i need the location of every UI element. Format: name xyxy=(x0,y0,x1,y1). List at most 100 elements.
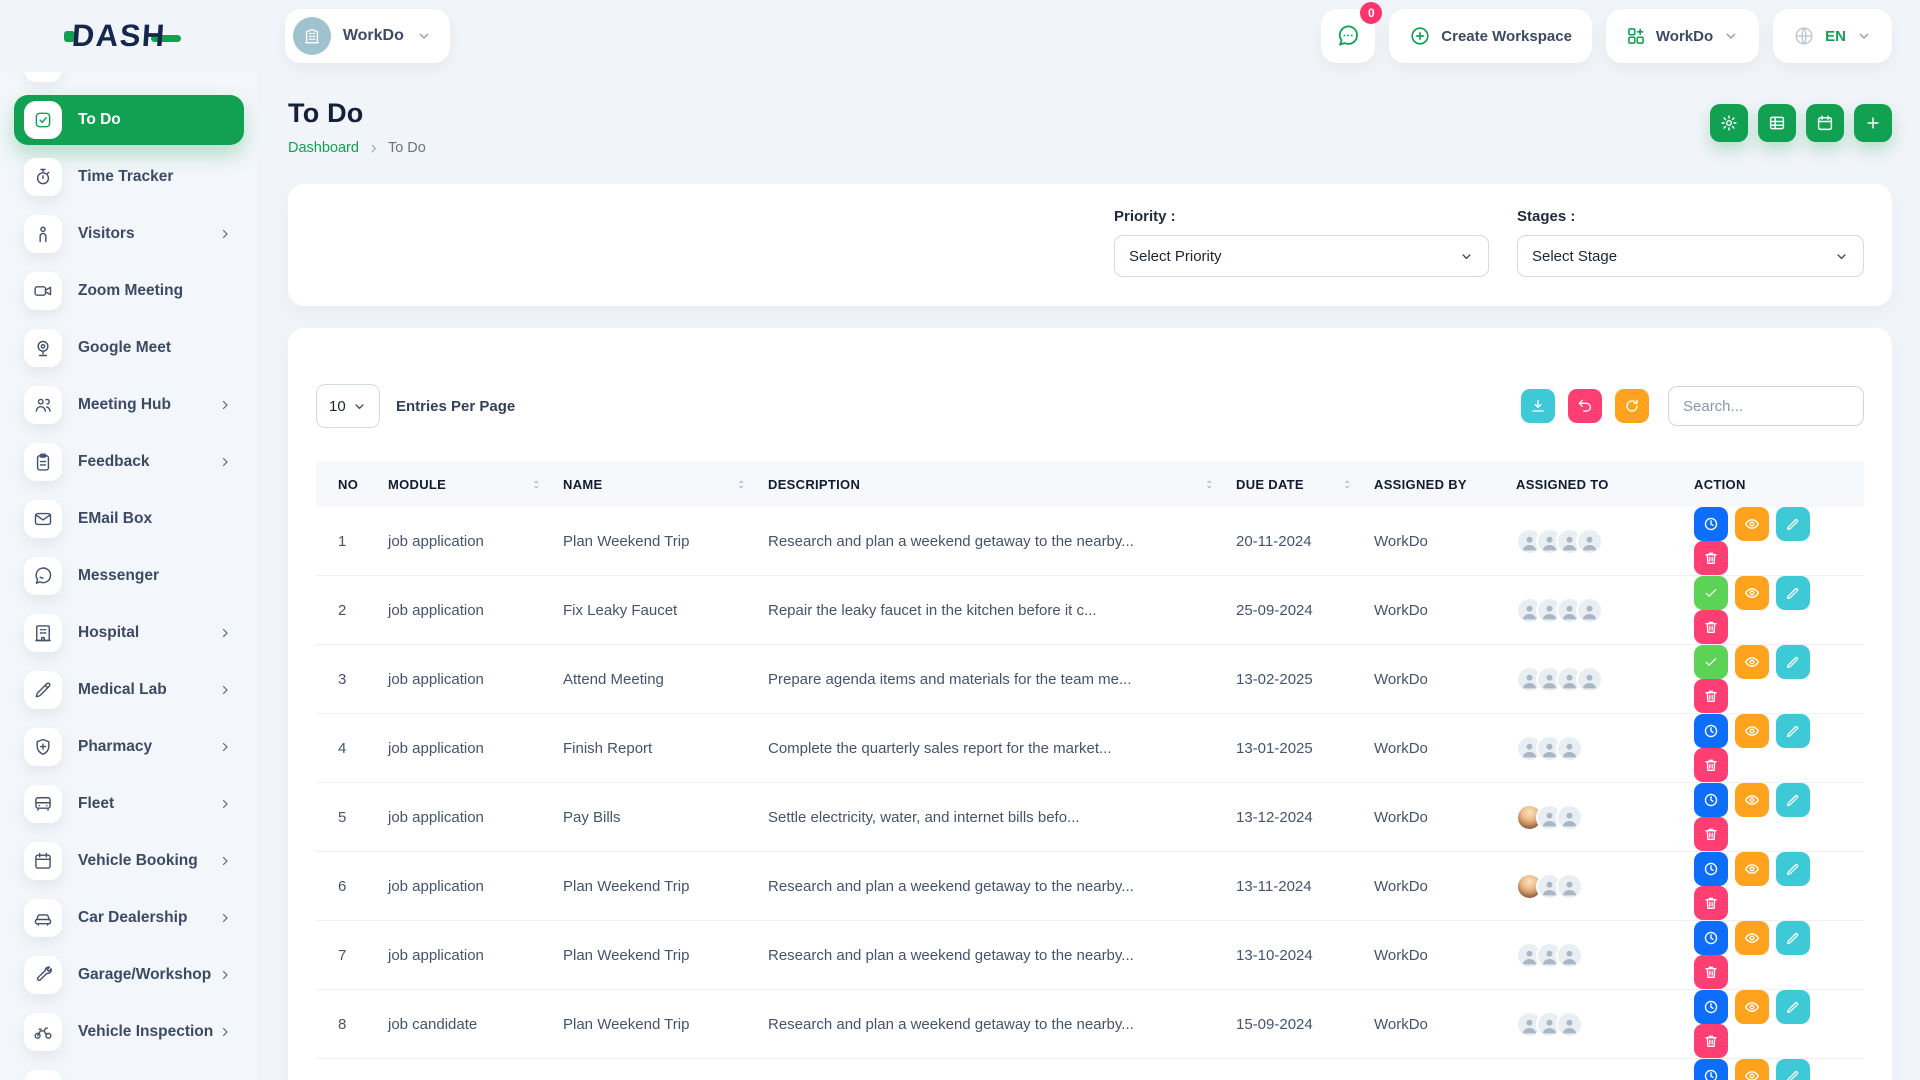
language-button[interactable]: EN xyxy=(1773,9,1892,63)
delete-action-button[interactable] xyxy=(1694,748,1728,782)
edit-action-button[interactable] xyxy=(1776,645,1810,679)
sidebar-item-label: Pharmacy xyxy=(78,738,152,756)
view-action-button[interactable] xyxy=(1735,507,1769,541)
row-name: Plan Weekend Trip xyxy=(553,990,758,1059)
workspace-switcher[interactable]: WorkDo xyxy=(285,9,450,63)
dash-logo[interactable]: DASH xyxy=(64,18,181,54)
sidebar-item-to-do[interactable]: To Do xyxy=(14,95,244,145)
sidebar-item-email-box[interactable]: EMail Box xyxy=(14,494,244,544)
row-assigned-to xyxy=(1506,507,1684,576)
settings-button[interactable] xyxy=(1710,104,1748,142)
row-actions xyxy=(1684,507,1864,576)
pencil-icon xyxy=(1785,723,1801,739)
priority-select[interactable]: Select Priority xyxy=(1114,235,1489,277)
column-header-name[interactable]: NAME xyxy=(553,461,758,507)
sidebar-item-car-dealership[interactable]: Car Dealership xyxy=(14,893,244,943)
assignee-avatar xyxy=(1556,735,1583,762)
view-action-button[interactable] xyxy=(1735,921,1769,955)
sidebar-item-vehicle-booking[interactable]: Vehicle Booking xyxy=(14,836,244,886)
messages-button[interactable]: 0 xyxy=(1321,9,1375,63)
complete-action-button[interactable] xyxy=(1694,576,1728,610)
chevron-down-icon xyxy=(1723,28,1739,44)
delete-action-button[interactable] xyxy=(1694,610,1728,644)
sidebar-item-garage-workshop[interactable]: Garage/Workshop xyxy=(14,950,244,1000)
edit-action-button[interactable] xyxy=(1776,921,1810,955)
view-action-button[interactable] xyxy=(1735,645,1769,679)
delete-action-button[interactable] xyxy=(1694,886,1728,920)
sidebar-item-pharmacy[interactable]: Pharmacy xyxy=(14,722,244,772)
edit-action-button[interactable] xyxy=(1776,783,1810,817)
edit-action-button[interactable] xyxy=(1776,1059,1810,1080)
grid-view-button[interactable] xyxy=(1758,104,1796,142)
page-head: To Do Dashboard To Do xyxy=(288,72,1892,156)
calendar-view-button[interactable] xyxy=(1806,104,1844,142)
edit-action-button[interactable] xyxy=(1776,507,1810,541)
trash-icon xyxy=(1703,895,1719,911)
complete-action-button[interactable] xyxy=(1694,645,1728,679)
sidebar-item-fleet[interactable]: Fleet xyxy=(14,779,244,829)
time-action-button[interactable] xyxy=(1694,921,1728,955)
sidebar-item-messenger[interactable]: Messenger xyxy=(14,551,244,601)
column-header-module[interactable]: MODULE xyxy=(378,461,553,507)
view-action-button[interactable] xyxy=(1735,576,1769,610)
app-root: DASH WorkDo 0 Create Workspace WorkDo xyxy=(0,0,1920,1080)
delete-action-button[interactable] xyxy=(1694,679,1728,713)
sidebar-item-vehicle-inspection[interactable]: Vehicle Inspection xyxy=(14,1007,244,1057)
search-input[interactable] xyxy=(1668,386,1864,426)
sidebar-item-label: Fleet xyxy=(78,795,114,813)
priority-filter: Priority : Select Priority xyxy=(1114,208,1489,282)
delete-action-button[interactable] xyxy=(1694,1024,1728,1058)
entries-per-page-select[interactable]: 10 xyxy=(316,384,380,428)
create-workspace-button[interactable]: Create Workspace xyxy=(1389,9,1592,63)
column-header-due-date[interactable]: DUE DATE xyxy=(1226,461,1364,507)
workdo-menu-button[interactable]: WorkDo xyxy=(1606,9,1759,63)
breadcrumb-dashboard-link[interactable]: Dashboard xyxy=(288,140,359,156)
sidebar-item-feedback[interactable]: Feedback xyxy=(14,437,244,487)
view-action-button[interactable] xyxy=(1735,714,1769,748)
chevron-down-icon xyxy=(1856,28,1872,44)
time-action-button[interactable] xyxy=(1694,990,1728,1024)
add-todo-button[interactable] xyxy=(1854,104,1892,142)
sidebar-item-machine-repair[interactable]: Machine Repair xyxy=(14,1064,244,1080)
edit-action-button[interactable] xyxy=(1776,852,1810,886)
clock-icon xyxy=(1703,723,1719,739)
view-action-button[interactable] xyxy=(1735,852,1769,886)
row-due-date: 13-01-2025 xyxy=(1226,714,1364,783)
view-action-button[interactable] xyxy=(1735,990,1769,1024)
export-button[interactable] xyxy=(1521,389,1555,423)
sidebar-item-visitors[interactable]: Visitors xyxy=(14,209,244,259)
delete-action-button[interactable] xyxy=(1694,955,1728,989)
time-action-button[interactable] xyxy=(1694,852,1728,886)
sidebar-item-zoom-meeting[interactable]: Zoom Meeting xyxy=(14,266,244,316)
sidebar-item-hospital[interactable]: Hospital xyxy=(14,608,244,658)
time-action-button[interactable] xyxy=(1694,507,1728,541)
row-actions xyxy=(1684,714,1864,783)
row-name: Plan Weekend Trip xyxy=(553,1059,758,1080)
edit-action-button[interactable] xyxy=(1776,990,1810,1024)
stage-select[interactable]: Select Stage xyxy=(1517,235,1864,277)
time-action-button[interactable] xyxy=(1694,1059,1728,1080)
main-content: To Do Dashboard To Do Priority : Select … xyxy=(258,72,1920,1080)
edit-action-button[interactable] xyxy=(1776,576,1810,610)
sidebar-item-time-tracker[interactable]: Time Tracker xyxy=(14,152,244,202)
edit-action-button[interactable] xyxy=(1776,714,1810,748)
sidebar-item-google-meet[interactable]: Google Meet xyxy=(14,323,244,373)
grid-plus-icon xyxy=(1626,26,1646,46)
reset-button[interactable] xyxy=(1568,389,1602,423)
chevron-right-icon xyxy=(218,683,232,697)
refresh-button[interactable] xyxy=(1615,389,1649,423)
column-label: NO xyxy=(338,477,358,492)
chevron-down-icon xyxy=(416,28,432,44)
view-action-button[interactable] xyxy=(1735,1059,1769,1080)
delete-action-button[interactable] xyxy=(1694,817,1728,851)
delete-action-button[interactable] xyxy=(1694,541,1728,575)
sidebar-item-label: Vehicle Inspection xyxy=(78,1023,213,1041)
sidebar-item-meeting-hub[interactable]: Meeting Hub xyxy=(14,380,244,430)
row-assigned-to xyxy=(1506,576,1684,645)
row-actions xyxy=(1684,576,1864,645)
time-action-button[interactable] xyxy=(1694,783,1728,817)
sidebar-item-medical-lab[interactable]: Medical Lab xyxy=(14,665,244,715)
column-header-description[interactable]: DESCRIPTION xyxy=(758,461,1226,507)
time-action-button[interactable] xyxy=(1694,714,1728,748)
view-action-button[interactable] xyxy=(1735,783,1769,817)
